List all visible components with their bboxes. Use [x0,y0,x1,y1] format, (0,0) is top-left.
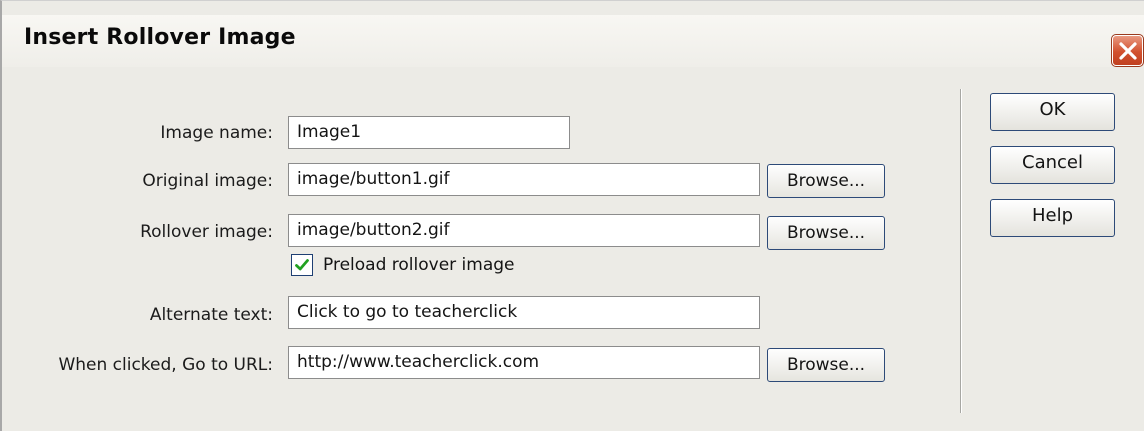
original-image-input[interactable]: image/button1.gif [288,163,760,196]
rollover-image-label: Rollover image: [140,222,273,242]
original-image-label: Original image: [142,171,273,191]
image-name-label: Image name: [160,123,273,143]
close-button[interactable] [1111,34,1144,67]
url-label: When clicked, Go to URL: [58,355,273,375]
original-image-browse-button[interactable]: Browse... [767,164,885,198]
preload-label[interactable]: Preload rollover image [323,255,515,275]
dialog-title: Insert Rollover Image [24,25,296,50]
rollover-image-browse-button[interactable]: Browse... [767,216,885,250]
alternate-text-input[interactable]: Click to go to teacherclick [288,296,760,329]
cancel-button[interactable]: Cancel [990,146,1115,184]
ok-button[interactable]: OK [990,93,1115,131]
url-browse-button[interactable]: Browse... [767,348,885,382]
preload-checkbox[interactable] [291,254,313,276]
dialog-content: Image name: Image1 Original image: image… [2,67,1144,431]
insert-rollover-image-dialog: Insert Rollover Image Image name: Image1… [0,0,1144,431]
help-button[interactable]: Help [990,199,1115,237]
alternate-text-label: Alternate text: [149,305,273,325]
rollover-image-input[interactable]: image/button2.gif [288,214,760,247]
title-bar[interactable]: Insert Rollover Image [2,15,1144,67]
url-input[interactable]: http://www.teacherclick.com [288,346,760,379]
vertical-divider [960,89,962,413]
image-name-input[interactable]: Image1 [288,116,570,149]
